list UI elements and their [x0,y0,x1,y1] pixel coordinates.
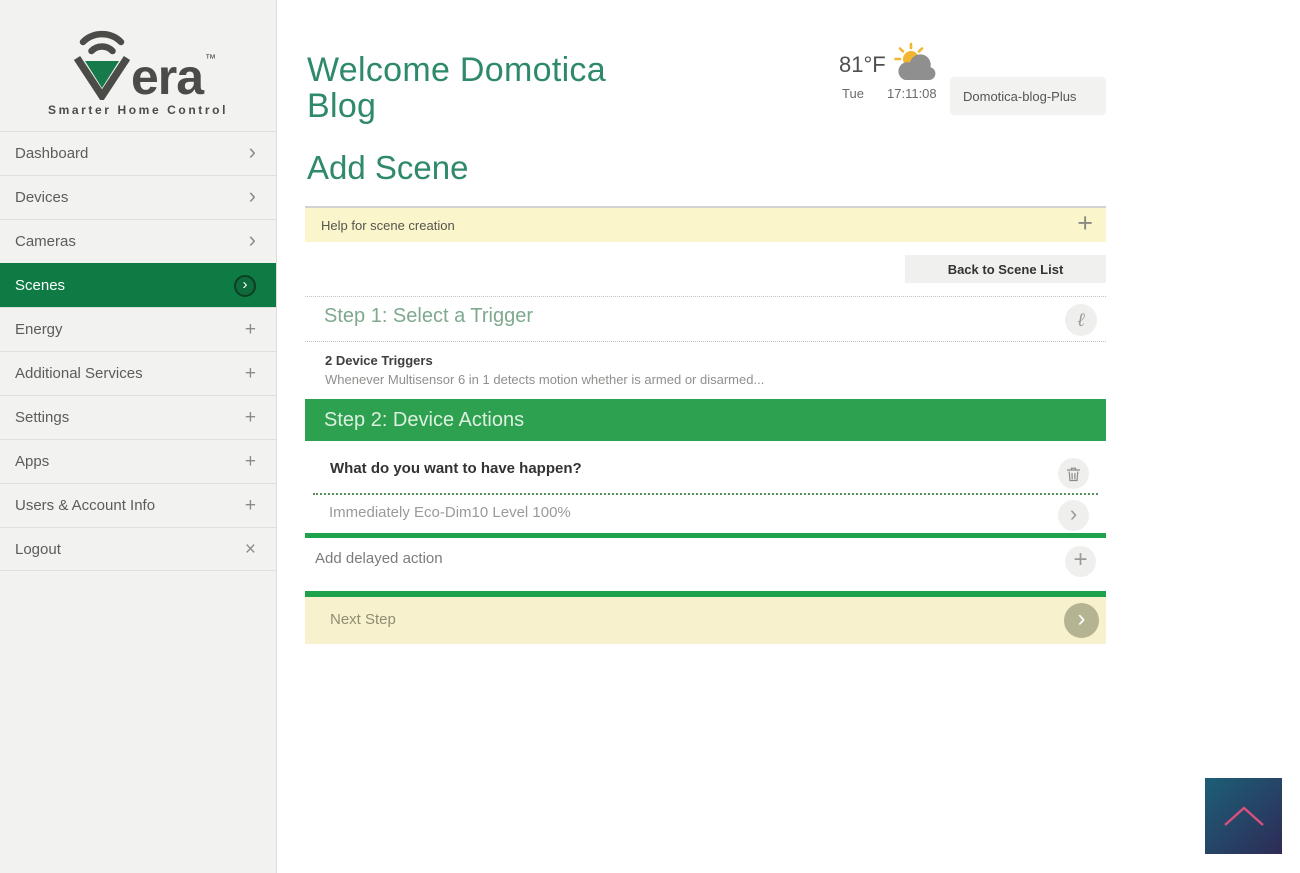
sidebar-item-devices[interactable]: Devices › [0,175,276,219]
sidebar-item-label: Dashboard [15,145,88,162]
sidebar: era ™ Smarter Home Control Dashboard › D… [0,0,277,873]
sidebar-item-additional-services[interactable]: Additional Services + [0,351,276,395]
expand-plus-icon[interactable]: + [1077,210,1093,237]
sidebar-item-apps[interactable]: Apps + [0,439,276,483]
sidebar-item-logout[interactable]: Logout × [0,527,276,571]
next-step-label: Next Step [330,611,396,628]
vera-logo: era ™ Smarter Home Control [0,0,276,117]
page-title: Add Scene [307,149,468,187]
logo-tagline: Smarter Home Control [0,103,276,117]
svg-text:™: ™ [205,53,216,65]
trigger-count-label: 2 Device Triggers [325,353,433,368]
sidebar-item-dashboard[interactable]: Dashboard › [0,131,276,175]
edit-pencil-icon[interactable]: ℓ [1065,304,1097,336]
plus-icon: + [245,408,256,427]
sidebar-item-label: Apps [15,453,49,470]
vera-logo-mark: era ™ [59,26,217,100]
green-divider-line [305,533,1106,538]
sidebar-item-users-account-info[interactable]: Users & Account Info + [0,483,276,527]
close-icon: × [245,540,256,559]
welcome-heading: Welcome Domotica Blog [307,52,637,125]
next-step-bar[interactable]: Next Step › [305,597,1106,644]
step2-title: Step 2: Device Actions [324,409,524,432]
help-accordion-bar[interactable]: Help for scene creation + [305,206,1106,242]
chevron-right-circle-icon: › [234,275,256,297]
sidebar-item-settings[interactable]: Settings + [0,395,276,439]
chevron-up-icon [1221,803,1267,829]
main-content: Welcome Domotica Blog 81°F Tue 17:11:08 … [305,0,1106,873]
delete-trash-icon[interactable] [1058,458,1089,489]
temperature-label: 81°F [839,52,886,78]
add-plus-icon[interactable]: + [1065,546,1096,577]
next-step-chevron-icon[interactable]: › [1064,603,1099,638]
weekday-label: Tue [842,86,864,101]
sidebar-item-label: Energy [15,321,63,338]
plus-icon: + [245,496,256,515]
scroll-to-top-button[interactable] [1205,778,1282,854]
plus-icon: + [245,320,256,339]
immediate-action-row[interactable]: Immediately Eco-Dim10 Level 100% [329,504,571,521]
chevron-right-icon: › [249,141,256,163]
chevron-right-icon[interactable]: › [1058,500,1089,531]
dotted-separator [305,296,1106,297]
sidebar-item-label: Logout [15,541,61,558]
svg-text:era: era [131,49,205,100]
sidebar-item-energy[interactable]: Energy + [0,307,276,351]
chevron-right-icon: › [249,229,256,251]
clock-time: 17:11:08 [887,86,937,101]
device-action-question: What do you want to have happen? [330,460,582,477]
green-dotted-separator [313,493,1098,495]
sidebar-item-label: Devices [15,189,68,206]
sidebar-item-label: Additional Services [15,365,143,382]
step2-header-bar: Step 2: Device Actions [305,399,1106,441]
dotted-separator [305,341,1106,342]
sidebar-item-label: Cameras [15,233,76,250]
help-bar-label: Help for scene creation [321,218,455,233]
vera-add-scene-page: era ™ Smarter Home Control Dashboard › D… [0,0,1300,873]
step1-title: Step 1: Select a Trigger [324,305,533,328]
sidebar-item-label: Settings [15,409,69,426]
sidebar-menu: Dashboard › Devices › Cameras › Scenes ›… [0,131,276,571]
add-delayed-action-row[interactable]: Add delayed action [315,550,443,567]
sidebar-item-label: Users & Account Info [15,497,155,514]
sidebar-item-scenes[interactable]: Scenes › [0,263,276,307]
controller-selector-button[interactable]: Domotica-blog-Plus [950,77,1106,115]
chevron-right-icon: › [249,185,256,207]
trigger-description: Whenever Multisensor 6 in 1 detects moti… [325,372,764,387]
plus-icon: + [245,452,256,471]
sidebar-item-cameras[interactable]: Cameras › [0,219,276,263]
partly-cloudy-weather-icon [891,42,941,89]
plus-icon: + [245,364,256,383]
sidebar-item-label: Scenes [15,277,65,294]
back-to-scene-list-button[interactable]: Back to Scene List [905,255,1106,283]
